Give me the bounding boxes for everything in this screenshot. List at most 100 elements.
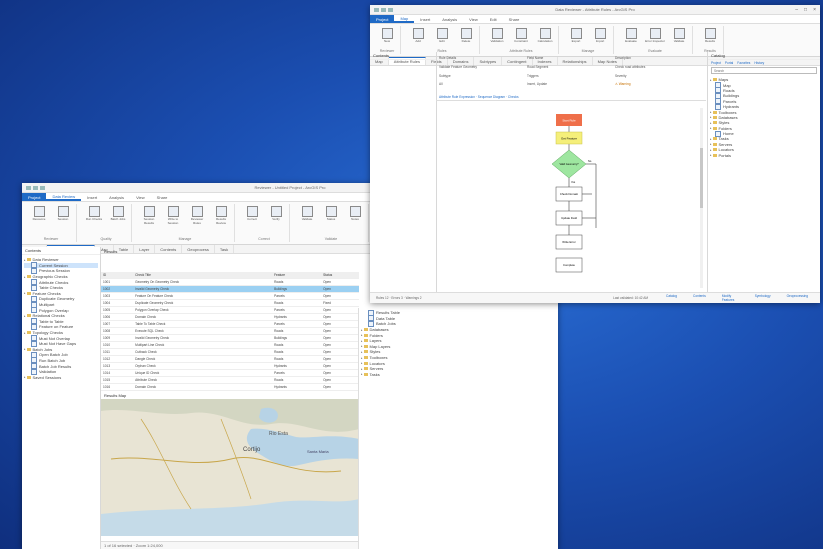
- quick-access-toolbar[interactable]: [26, 185, 45, 190]
- table-row[interactable]: 1007 Table To Table Check Parcels Open: [101, 320, 359, 328]
- expand-icon[interactable]: ▸: [361, 350, 363, 354]
- tab-data-review[interactable]: Data Review: [46, 193, 82, 201]
- edit-button[interactable]: Edit: [432, 28, 452, 44]
- table-row[interactable]: 1011 Cutback Check Roads Open: [101, 348, 359, 356]
- expand-icon[interactable]: ▸: [710, 121, 712, 125]
- expand-icon[interactable]: ▸: [24, 275, 26, 279]
- table-row[interactable]: 1009 Invalid Geometry Check Buildings Open: [101, 334, 359, 342]
- expand-icon[interactable]: ▸: [361, 339, 363, 343]
- prop-value[interactable]: Validate Feature Geometry: [439, 65, 527, 73]
- export-button[interactable]: Export: [566, 28, 586, 44]
- write-to-session-button[interactable]: Write to Session: [163, 206, 183, 225]
- expand-icon[interactable]: ▸: [24, 314, 26, 318]
- expand-icon[interactable]: ▸: [710, 126, 712, 130]
- maximize-icon[interactable]: □: [804, 7, 807, 13]
- table-row[interactable]: 1010 Multipart Line Check Roads Open: [101, 341, 359, 349]
- tab-view[interactable]: View: [130, 193, 151, 201]
- catalog-search-input[interactable]: [711, 67, 817, 74]
- expand-icon[interactable]: ▸: [24, 375, 26, 379]
- run-checks-button[interactable]: Run Checks: [84, 206, 104, 222]
- quick-access-toolbar[interactable]: [374, 7, 393, 12]
- tree-item[interactable]: ▸ Portals: [710, 152, 818, 158]
- expand-icon[interactable]: ▸: [710, 137, 712, 141]
- catalog-tab[interactable]: Favorites: [737, 61, 750, 65]
- table-row[interactable]: 1012 Dangle Check Roads Open: [101, 355, 359, 363]
- evaluate-button[interactable]: Evaluate: [621, 28, 641, 44]
- tab-insert[interactable]: Insert: [414, 15, 436, 23]
- prop-value[interactable]: Road Segment: [527, 65, 615, 73]
- import-button[interactable]: Import: [590, 28, 610, 44]
- expand-icon[interactable]: ▸: [361, 361, 363, 365]
- tab-project[interactable]: Project: [370, 15, 395, 23]
- window-controls[interactable]: –□ ×: [795, 7, 816, 13]
- expand-icon[interactable]: ▸: [710, 153, 712, 157]
- expand-icon[interactable]: ▸: [361, 333, 363, 337]
- table-row[interactable]: 1013 Orphan Check Hydrants Open: [101, 362, 359, 370]
- session-button[interactable]: Session: [53, 206, 73, 222]
- bottom-tab[interactable]: Modify Features: [716, 294, 745, 302]
- table-row[interactable]: 1005 Polygon Overlap Check Parcels Open: [101, 306, 359, 314]
- expand-icon[interactable]: ▸: [710, 78, 712, 82]
- tab-share[interactable]: Share: [503, 15, 526, 23]
- minimize-icon[interactable]: –: [795, 7, 798, 13]
- bottom-tab[interactable]: Symbology: [749, 294, 777, 302]
- tab-analysis[interactable]: Analysis: [436, 15, 463, 23]
- bottom-tab[interactable]: Contents: [687, 294, 712, 302]
- validate-button[interactable]: Validate: [669, 28, 689, 44]
- tab-map[interactable]: Map: [394, 15, 415, 23]
- constraint-button[interactable]: Constraint: [511, 28, 531, 44]
- expand-icon[interactable]: ▸: [24, 331, 26, 335]
- table-row[interactable]: 1014 Unique ID Check Parcels Open: [101, 369, 359, 377]
- expand-icon[interactable]: ▸: [710, 148, 712, 152]
- expand-icon[interactable]: ▸: [24, 291, 26, 295]
- table-row[interactable]: 1002 Invalid Geometry Check Buildings Open: [101, 285, 359, 293]
- expand-icon[interactable]: ▸: [710, 115, 712, 119]
- verify-button[interactable]: Verify: [266, 206, 286, 222]
- severity-warning[interactable]: ⚠ Warning: [615, 82, 703, 90]
- expand-icon[interactable]: ▸: [361, 344, 363, 348]
- status-button[interactable]: Status: [321, 206, 341, 222]
- close-icon[interactable]: ×: [813, 7, 816, 13]
- expand-icon[interactable]: ▸: [24, 258, 26, 262]
- validation-button[interactable]: Validation: [487, 28, 507, 44]
- prop-value[interactable]: Check road attributes: [615, 65, 703, 73]
- flow-header[interactable]: Attribute Rule Expression · Sequence Dia…: [436, 94, 706, 101]
- error-inspector-button[interactable]: Error Inspector: [645, 28, 665, 44]
- table-row[interactable]: 1008 Execute SQL Check Roads Open: [101, 327, 359, 335]
- table-row[interactable]: 1015 Attribute Check Roads Open: [101, 376, 359, 384]
- tab-project[interactable]: Project: [22, 193, 47, 201]
- expand-icon[interactable]: ▸: [361, 372, 363, 376]
- add-button[interactable]: Add: [408, 28, 428, 44]
- tab-analysis[interactable]: Analysis: [103, 193, 130, 201]
- tab-insert[interactable]: Insert: [81, 193, 103, 201]
- tree-item[interactable]: ▸ Saved Sessions: [24, 374, 98, 380]
- session-results-button[interactable]: Session Results: [139, 206, 159, 225]
- reviewer-rules-button[interactable]: Reviewer Rules: [187, 206, 207, 225]
- results-button[interactable]: Results: [700, 28, 720, 44]
- table-row[interactable]: 1003 Feature On Feature Check Parcels Open: [101, 292, 359, 300]
- calculation-button[interactable]: Calculation: [535, 28, 555, 44]
- tab-share[interactable]: Share: [151, 193, 174, 201]
- expand-icon[interactable]: ▸: [361, 367, 363, 371]
- prop-value[interactable]: All: [439, 82, 527, 90]
- flow-diagram[interactable]: Start Rule Get Feature Valid Geometry? N…: [436, 108, 706, 288]
- expand-icon[interactable]: ▸: [710, 142, 712, 146]
- table-row[interactable]: 1016 Domain Check Hydrants Open: [101, 383, 359, 391]
- expand-icon[interactable]: ▸: [710, 110, 712, 114]
- batch-jobs-button[interactable]: Batch Jobs: [108, 206, 128, 222]
- delete-button[interactable]: Delete: [456, 28, 476, 44]
- expand-icon[interactable]: ▸: [24, 347, 26, 351]
- results-review-button[interactable]: Results Review: [211, 206, 231, 225]
- catalog-tab[interactable]: Portal: [725, 61, 733, 65]
- table-row[interactable]: 1004 Duplicate Geometry Check Roads Fixed: [101, 299, 359, 307]
- resource-button[interactable]: Resource: [29, 206, 49, 222]
- catalog-tab[interactable]: Project: [711, 61, 721, 65]
- bottom-tab[interactable]: Geoprocessing: [781, 294, 814, 302]
- notes-button[interactable]: Notes: [345, 206, 365, 222]
- correct-button[interactable]: Correct: [242, 206, 262, 222]
- catalog-tab[interactable]: History: [754, 61, 764, 65]
- bottom-tab[interactable]: Catalog: [660, 294, 683, 302]
- table-row[interactable]: 1006 Domain Check Hydrants Open: [101, 313, 359, 321]
- table-row[interactable]: 1001 Geometry On Geometry Check Roads Open: [101, 278, 359, 286]
- results-map[interactable]: Rio Esta Cortijo Santa Maria: [101, 399, 359, 536]
